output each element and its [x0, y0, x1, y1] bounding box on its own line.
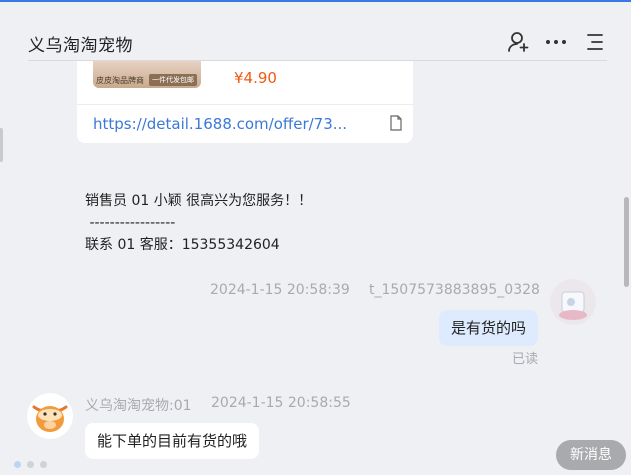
dot-indicator [14, 461, 21, 468]
message-bubble-self[interactable]: 是有货的吗 [438, 310, 538, 346]
product-link[interactable]: https://detail.1688.com/offer/73... [93, 115, 347, 133]
avatar[interactable] [550, 279, 596, 325]
side-panel-handle[interactable] [0, 128, 3, 162]
message-sender: t_1507573883895_0328 [369, 282, 540, 298]
pagination-dots [14, 453, 53, 472]
product-link-card[interactable]: 皮皮淘品牌商 一件代发包邮 ¥4.90 https://detail.1688.… [77, 61, 413, 143]
product-price: ¥4.90 [234, 69, 277, 87]
system-message-line: 销售员 01 小颖 很高兴为您服务！！ [85, 193, 313, 209]
chat-title: 义乌淘淘宠物 [28, 36, 133, 56]
system-message-line: 联系 01 客服：15355342604 [85, 237, 280, 253]
copy-icon[interactable] [389, 115, 403, 131]
shop-avatar-icon [27, 393, 73, 439]
message-timestamp: 2024-1-15 20:58:39 [210, 282, 350, 298]
chat-header: 义乌淘淘宠物 [0, 2, 631, 61]
thumbnail-brand-text: 皮皮淘品牌商 [96, 76, 144, 85]
product-thumbnail[interactable]: 皮皮淘品牌商 一件代发包邮 [93, 61, 201, 88]
thumbnail-badge: 一件代发包邮 [149, 74, 197, 86]
card-divider [77, 104, 413, 105]
more-icon[interactable] [544, 30, 568, 54]
read-status: 已读 [511, 352, 538, 367]
new-message-button[interactable]: 新消息 [556, 440, 626, 470]
add-user-icon[interactable] [507, 30, 531, 54]
message-timestamp: 2024-1-15 20:58:55 [211, 395, 351, 411]
avatar[interactable] [27, 393, 73, 439]
user-avatar-icon [550, 279, 596, 325]
system-message-line: ----------------- [85, 215, 176, 231]
message-bubble-other[interactable]: 能下单的目前有货的哦 [85, 423, 260, 459]
system-message: 销售员 01 小颖 很高兴为您服务！！ ----------------- 联系… [85, 190, 312, 256]
scrollbar-thumb[interactable] [624, 197, 629, 287]
message-sender: 义乌淘淘宠物:01 [85, 398, 192, 414]
dot-indicator [40, 461, 47, 468]
menu-icon[interactable] [583, 30, 607, 54]
dot-indicator [27, 461, 34, 468]
